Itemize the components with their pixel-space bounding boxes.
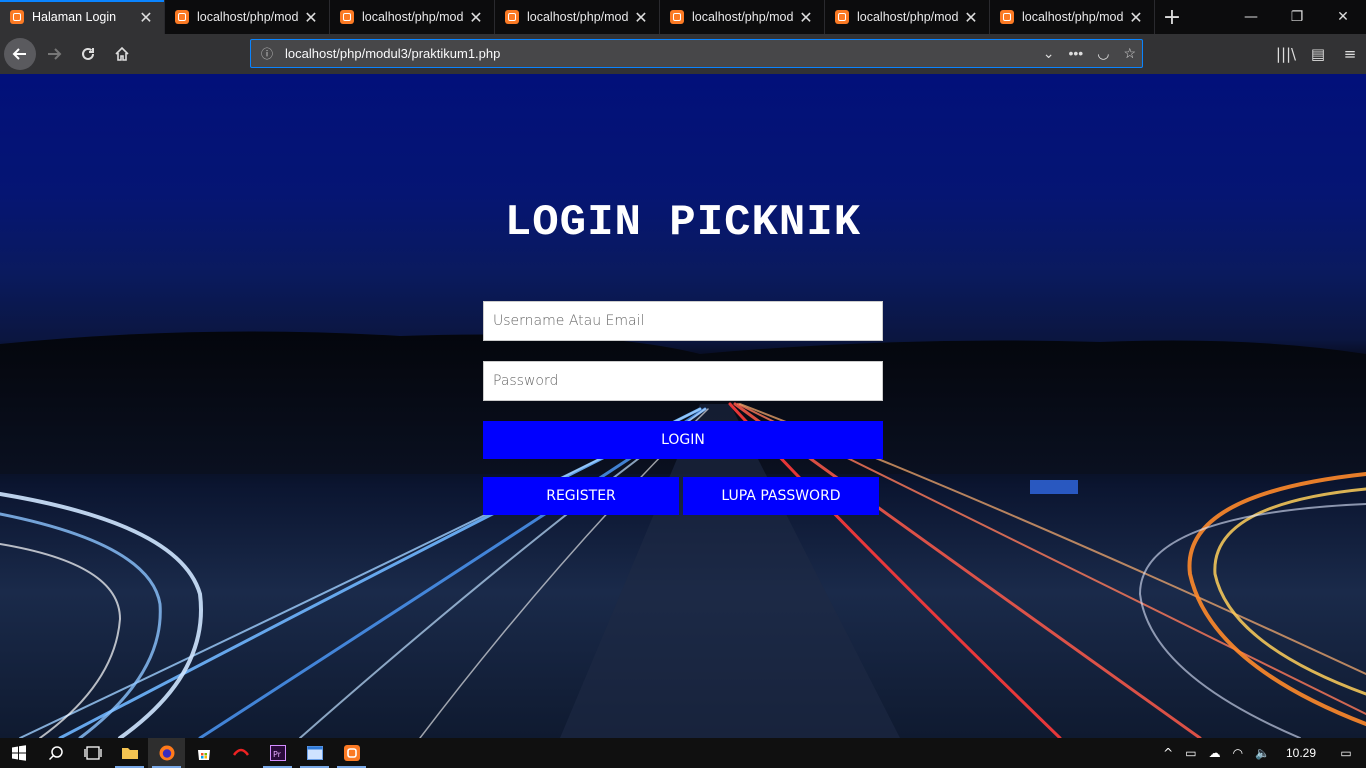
taskbar: Pr ^ ▭ ☁ ◠ 🔈 10.29 ▭: [0, 738, 1366, 768]
xampp-icon: [340, 10, 354, 24]
password-input[interactable]: [483, 361, 883, 401]
tab-title: localhost/php/mod: [527, 10, 629, 24]
info-icon[interactable]: ⓘ: [251, 45, 283, 62]
xampp-icon: [505, 10, 519, 24]
network-cloud-icon[interactable]: ☁: [1203, 746, 1227, 760]
task-view-icon[interactable]: [74, 738, 111, 768]
battery-icon[interactable]: ▭: [1179, 746, 1202, 760]
minimize-icon[interactable]: —: [1228, 0, 1274, 34]
xampp-taskbar-icon[interactable]: [333, 738, 370, 768]
address-bar[interactable]: ⓘ localhost/php/modul3/praktikum1.php ⌄ …: [250, 39, 1143, 68]
premiere-icon[interactable]: Pr: [259, 738, 296, 768]
chevron-down-icon[interactable]: ⌄: [1043, 45, 1055, 62]
home-icon[interactable]: [106, 38, 138, 70]
volume-icon[interactable]: 🔈: [1249, 746, 1276, 760]
store-icon[interactable]: [185, 738, 222, 768]
login-button[interactable]: LOGIN: [483, 421, 883, 459]
xampp-icon: [670, 10, 684, 24]
tab-title: localhost/php/mod: [197, 10, 299, 24]
tab-localhost[interactable]: localhost/php/mod ✕: [330, 0, 495, 34]
notifications-icon[interactable]: ▭: [1326, 746, 1366, 760]
navigation-bar: ⓘ localhost/php/modul3/praktikum1.php ⌄ …: [0, 34, 1366, 74]
xampp-icon: [175, 10, 189, 24]
background-highway-image: [0, 331, 1366, 738]
file-explorer-icon[interactable]: [111, 738, 148, 768]
clock[interactable]: 10.29: [1276, 746, 1326, 760]
tab-title: Halaman Login: [32, 10, 117, 24]
app-red-icon[interactable]: [222, 738, 259, 768]
tab-title: localhost/php/mod: [692, 10, 794, 24]
xampp-icon: [1000, 10, 1014, 24]
close-tab-icon[interactable]: ✕: [963, 8, 979, 27]
login-page: LOGIN PICKNIK LOGIN REGISTER LUPA PASSWO…: [0, 74, 1366, 738]
page-title: LOGIN PICKNIK: [504, 198, 862, 248]
close-tab-icon[interactable]: ✕: [138, 8, 154, 27]
page-actions-icon[interactable]: •••: [1069, 45, 1084, 62]
toolbar-right: |||\ ▤ ≡: [1270, 34, 1366, 74]
tab-title: localhost/php/mod: [1022, 10, 1124, 24]
library-icon[interactable]: |||\: [1270, 45, 1302, 63]
restore-icon[interactable]: ❐: [1274, 0, 1320, 34]
svg-text:Pr: Pr: [273, 750, 282, 759]
forward-arrow-icon[interactable]: [38, 38, 70, 70]
tab-title: localhost/php/mod: [362, 10, 464, 24]
close-tab-icon[interactable]: ✕: [798, 8, 814, 27]
back-arrow-icon[interactable]: [4, 38, 36, 70]
tab-localhost[interactable]: localhost/php/mod ✕: [825, 0, 990, 34]
new-tab-icon[interactable]: +: [1155, 0, 1189, 34]
pocket-icon[interactable]: ◡: [1097, 45, 1109, 62]
search-icon[interactable]: [37, 738, 74, 768]
window-app-icon[interactable]: [296, 738, 333, 768]
close-tab-icon[interactable]: ✕: [633, 8, 649, 27]
show-hidden-icon[interactable]: ^: [1157, 746, 1179, 760]
tab-localhost[interactable]: localhost/php/mod ✕: [495, 0, 660, 34]
register-button[interactable]: REGISTER: [483, 477, 679, 515]
tab-localhost[interactable]: localhost/php/mod ✕: [165, 0, 330, 34]
system-tray: ^ ▭ ☁ ◠ 🔈 10.29 ▭: [1157, 738, 1366, 768]
tab-halaman-login[interactable]: Halaman Login ✕: [0, 0, 165, 34]
xampp-icon: [835, 10, 849, 24]
sidebar-icon[interactable]: ▤: [1302, 45, 1334, 63]
reload-icon[interactable]: [72, 38, 104, 70]
close-window-icon[interactable]: ✕: [1320, 0, 1366, 34]
tab-localhost[interactable]: localhost/php/mod ✕: [990, 0, 1155, 34]
tab-localhost[interactable]: localhost/php/mod ✕: [660, 0, 825, 34]
close-tab-icon[interactable]: ✕: [303, 8, 319, 27]
forgot-password-button[interactable]: LUPA PASSWORD: [683, 477, 879, 515]
window-controls: — ❐ ✕: [1228, 0, 1366, 34]
windows-start-icon[interactable]: [0, 738, 37, 768]
menu-icon[interactable]: ≡: [1334, 45, 1366, 63]
wifi-icon[interactable]: ◠: [1227, 746, 1249, 760]
tab-strip: Halaman Login ✕ localhost/php/mod ✕ loca…: [0, 0, 1366, 34]
firefox-icon[interactable]: [148, 738, 185, 768]
close-tab-icon[interactable]: ✕: [468, 8, 484, 27]
username-input[interactable]: [483, 301, 883, 341]
tab-title: localhost/php/mod: [857, 10, 959, 24]
url-text[interactable]: localhost/php/modul3/praktikum1.php: [283, 46, 1043, 61]
close-tab-icon[interactable]: ✕: [1128, 8, 1144, 27]
xampp-icon: [10, 10, 24, 24]
bookmark-star-icon[interactable]: ☆: [1123, 45, 1136, 62]
